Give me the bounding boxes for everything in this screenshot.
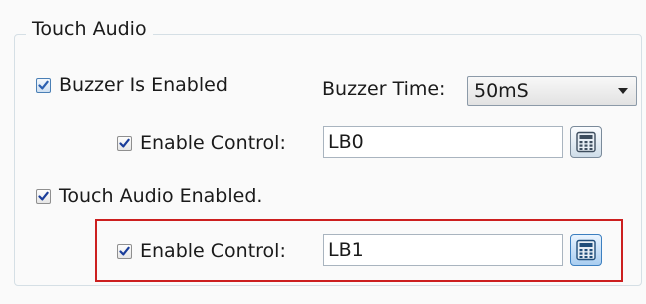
buzzer-enabled-checkbox[interactable] xyxy=(36,77,51,93)
check-icon xyxy=(119,246,130,255)
buzzer-enable-control-label[interactable]: Enable Control: xyxy=(140,131,286,155)
calculator-icon xyxy=(576,131,596,153)
check-icon xyxy=(38,191,49,200)
buzzer-time-value: 50mS xyxy=(474,80,529,102)
chevron-down-icon[interactable] xyxy=(618,88,628,94)
buzzer-enable-control-calculator-button[interactable] xyxy=(570,126,602,158)
touch-enable-control-checkbox[interactable] xyxy=(117,243,132,259)
buzzer-enable-control-checkbox[interactable] xyxy=(117,135,132,151)
touch-audio-enabled-row: Touch Audio Enabled. xyxy=(36,184,262,208)
buzzer-enabled-row: Buzzer Is Enabled xyxy=(36,73,228,97)
touch-audio-enabled-label[interactable]: Touch Audio Enabled. xyxy=(59,184,262,208)
touch-enable-control-calculator-button[interactable] xyxy=(570,234,602,266)
touch-enable-control-input[interactable]: LB1 xyxy=(323,234,563,266)
touch-enable-control-row: Enable Control: xyxy=(117,239,286,263)
touch-enable-control-label[interactable]: Enable Control: xyxy=(140,239,286,263)
buzzer-enabled-label[interactable]: Buzzer Is Enabled xyxy=(59,73,228,97)
buzzer-time-select[interactable]: 50mS xyxy=(467,76,637,106)
buzzer-enable-control-row: Enable Control: xyxy=(117,131,286,155)
check-icon xyxy=(119,138,130,147)
touch-audio-enabled-checkbox[interactable] xyxy=(36,188,51,204)
buzzer-time-label: Buzzer Time: xyxy=(322,78,446,100)
check-icon xyxy=(38,80,49,89)
touch-audio-group-title: Touch Audio xyxy=(26,17,153,41)
calculator-icon xyxy=(576,239,596,261)
buzzer-enable-control-input[interactable]: LB0 xyxy=(323,126,563,158)
